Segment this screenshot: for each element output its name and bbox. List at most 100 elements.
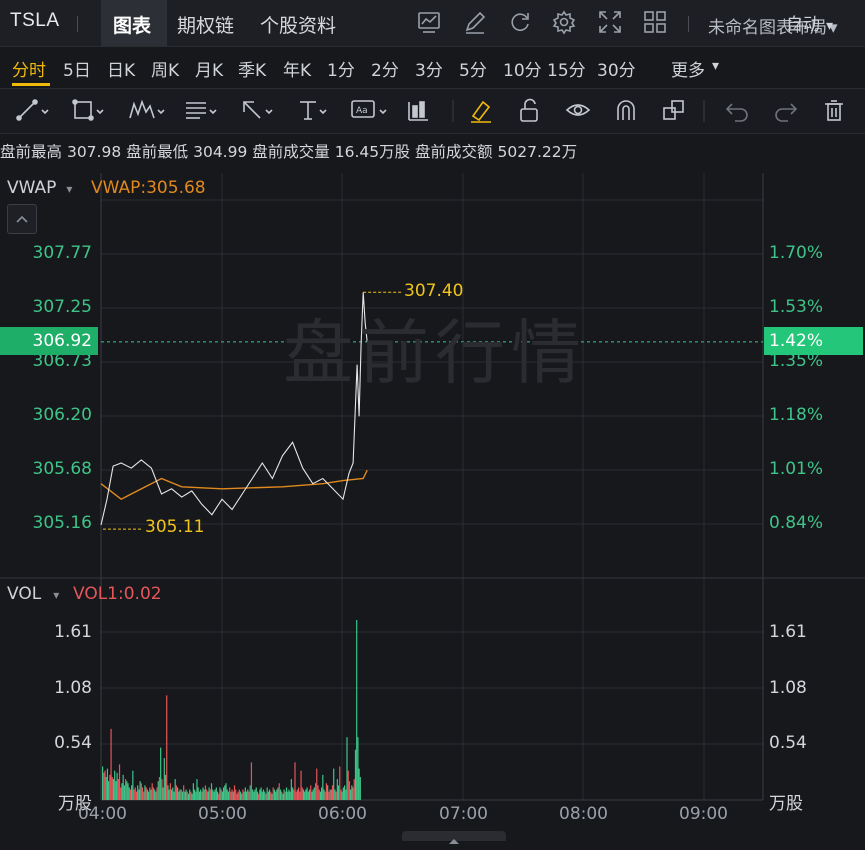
fullscreen-icon[interactable] xyxy=(599,11,621,33)
undo-icon[interactable] xyxy=(725,103,748,122)
volume-bar xyxy=(268,789,271,800)
gear-icon[interactable] xyxy=(552,10,576,35)
volume-bar xyxy=(230,791,232,800)
eye-icon[interactable] xyxy=(565,104,591,116)
volume-bar xyxy=(128,787,130,800)
vol-indicator-name[interactable]: VOL ▾ xyxy=(7,584,59,604)
period-13[interactable]: 30分 xyxy=(597,56,636,81)
volume-bar xyxy=(237,791,239,800)
volume-bar xyxy=(264,791,266,800)
highlighter-icon[interactable] xyxy=(471,100,491,123)
chart-icon[interactable] xyxy=(418,12,440,33)
volume-bar xyxy=(341,791,343,800)
arrow-icon[interactable] xyxy=(243,101,273,119)
volume-bar xyxy=(183,785,185,800)
scroll-handle[interactable] xyxy=(402,831,506,844)
volume-bar xyxy=(296,789,299,800)
clone-icon[interactable] xyxy=(663,100,684,120)
redo-icon[interactable] xyxy=(775,103,798,122)
volume-bar xyxy=(318,789,320,800)
volume-bar xyxy=(179,789,181,800)
grid-layout-icon[interactable] xyxy=(644,11,666,33)
volume-bar xyxy=(245,791,248,800)
annotation-icon[interactable]: Aa xyxy=(351,100,387,118)
volume-bar xyxy=(254,789,256,800)
volume-bar xyxy=(308,789,311,800)
volume-bar xyxy=(258,793,260,800)
vwap-indicator-name[interactable]: VWAP ▾ xyxy=(7,178,72,198)
auto-scale-dropdown[interactable]: 自动 ▾ xyxy=(786,10,833,35)
refresh-icon[interactable] xyxy=(511,13,529,31)
period-10[interactable]: 5分 xyxy=(459,56,487,81)
volume-bar xyxy=(272,787,274,800)
period-14[interactable]: 更多 xyxy=(671,56,705,81)
period-5[interactable]: 季K xyxy=(238,56,266,81)
ticker-symbol[interactable]: TSLA xyxy=(10,10,60,32)
volume-bar xyxy=(133,789,135,800)
fib-icon[interactable] xyxy=(186,102,217,119)
magnet-icon[interactable] xyxy=(617,100,635,120)
low-marker-label: 305.11 xyxy=(145,517,205,537)
period-3[interactable]: 周K xyxy=(151,56,179,81)
period-11[interactable]: 10分 xyxy=(503,56,542,81)
volume-bar xyxy=(327,785,329,800)
period-12[interactable]: 15分 xyxy=(547,56,586,81)
volume-bar xyxy=(174,779,176,800)
period-1[interactable]: 5日 xyxy=(63,56,91,81)
rectangle-icon[interactable] xyxy=(72,99,104,121)
volume-bar xyxy=(129,789,132,800)
volume-bar xyxy=(219,787,221,800)
y-tick-left: 306.20 xyxy=(32,405,92,425)
volume-bar xyxy=(275,791,277,800)
text-icon[interactable] xyxy=(300,101,327,120)
volume-bar xyxy=(126,781,128,800)
volume-bar xyxy=(281,791,283,800)
volume-bar xyxy=(200,789,202,800)
tab-options-chain[interactable]: 期权链 xyxy=(177,11,234,38)
volume-bar xyxy=(146,789,148,800)
collapse-panel-button[interactable] xyxy=(7,204,37,234)
chevron-down-icon: ▾ xyxy=(66,182,73,196)
volume-bar xyxy=(144,785,146,800)
period-8[interactable]: 2分 xyxy=(371,56,399,81)
volume-bar xyxy=(207,791,209,800)
volume-bar xyxy=(161,779,163,800)
period-2[interactable]: 日K xyxy=(107,56,135,81)
tab-stock-profile[interactable]: 个股资料 xyxy=(260,11,336,38)
y-tick-right: 1.18% xyxy=(769,405,824,425)
volume-bar xyxy=(248,791,250,800)
volume-bar xyxy=(124,779,127,800)
volume-bar xyxy=(149,787,151,800)
volume-bar xyxy=(227,791,230,800)
period-6[interactable]: 年K xyxy=(283,56,311,81)
volume-bar xyxy=(180,789,182,800)
volume-bar xyxy=(247,789,249,800)
trash-icon[interactable] xyxy=(825,100,843,121)
volume-bar xyxy=(114,770,116,800)
chart-canvas[interactable] xyxy=(0,170,865,841)
period-4[interactable]: 月K xyxy=(195,56,223,81)
volume-bar xyxy=(172,787,174,800)
chevron-up-icon xyxy=(16,215,28,223)
trend-line-icon[interactable] xyxy=(16,99,49,121)
volume-bar xyxy=(201,791,203,800)
period-0[interactable]: 分时 xyxy=(12,56,46,81)
period-9[interactable]: 3分 xyxy=(415,56,443,81)
volume-bar xyxy=(336,779,338,800)
period-7[interactable]: 1分 xyxy=(327,56,355,81)
pattern-icon[interactable] xyxy=(129,99,165,119)
volume-bar xyxy=(104,770,106,800)
volume-bar xyxy=(259,789,261,800)
y-tick-right: 0.84% xyxy=(769,513,824,533)
x-tick: 07:00 xyxy=(439,804,488,824)
volume-bar xyxy=(141,787,144,800)
unlock-icon[interactable] xyxy=(520,98,538,122)
volume-bar xyxy=(225,783,227,800)
volume-bar xyxy=(231,789,233,800)
volume-bar xyxy=(162,787,164,800)
volume-bar xyxy=(131,785,133,800)
bar-pattern-icon[interactable] xyxy=(408,101,428,121)
edit-icon[interactable] xyxy=(465,11,486,34)
volume-bar xyxy=(250,762,253,800)
tab-chart[interactable]: 图表 xyxy=(113,11,151,38)
